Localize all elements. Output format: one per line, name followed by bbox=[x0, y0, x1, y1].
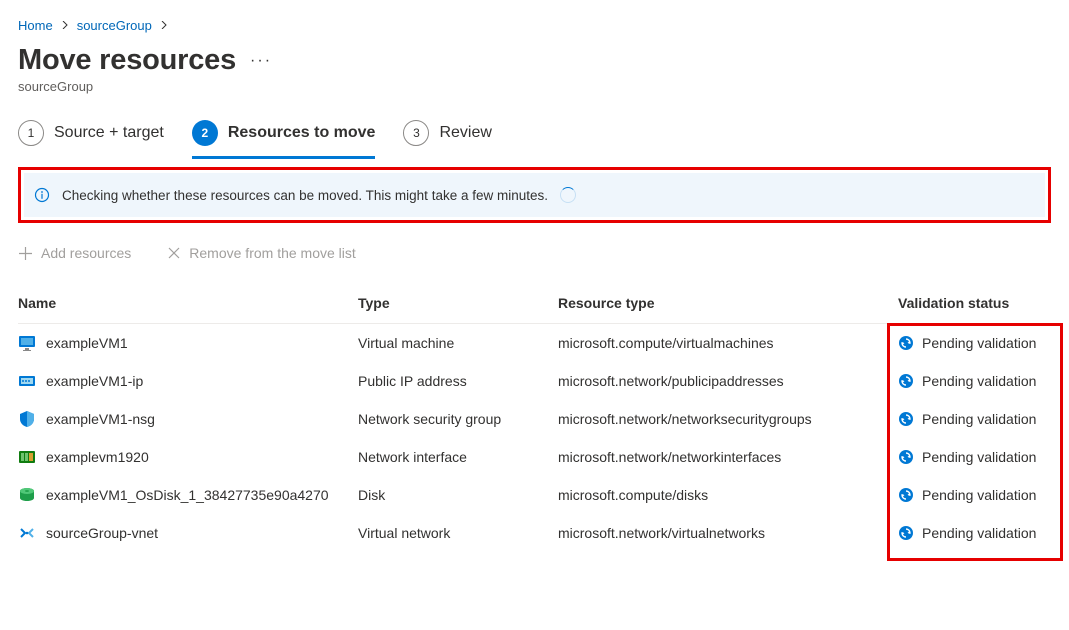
resource-name: exampleVM1_OsDisk_1_38427735e90a4270 bbox=[46, 487, 329, 503]
resource-type-friendly: Public IP address bbox=[358, 362, 558, 400]
resource-type-friendly: Network interface bbox=[358, 438, 558, 476]
status-text: Pending validation bbox=[922, 487, 1036, 503]
resource-type-friendly: Network security group bbox=[358, 400, 558, 438]
col-validation-status[interactable]: Validation status bbox=[898, 287, 1058, 324]
sync-icon bbox=[898, 373, 914, 389]
page-title: Move resources bbox=[18, 44, 236, 77]
validation-status: Pending validation bbox=[898, 362, 1058, 400]
table-row[interactable]: examplevm1920 bbox=[18, 438, 358, 476]
breadcrumb: Home sourceGroup bbox=[18, 12, 1051, 40]
resources-table: Name Type Resource type Validation statu… bbox=[18, 287, 1051, 552]
resource-type-friendly: Virtual machine bbox=[358, 324, 558, 362]
table-row[interactable]: exampleVM1-nsg bbox=[18, 400, 358, 438]
status-text: Pending validation bbox=[922, 449, 1036, 465]
validation-notice: Checking whether these resources can be … bbox=[24, 173, 1045, 217]
sync-icon bbox=[898, 411, 914, 427]
status-text: Pending validation bbox=[922, 411, 1036, 427]
public-ip-icon bbox=[18, 372, 36, 390]
sync-icon bbox=[898, 487, 914, 503]
col-name[interactable]: Name bbox=[18, 287, 358, 324]
validation-status: Pending validation bbox=[898, 514, 1058, 552]
table-row[interactable]: exampleVM1_OsDisk_1_38427735e90a4270 bbox=[18, 476, 358, 514]
resource-type-id: microsoft.compute/disks bbox=[558, 476, 898, 514]
info-icon bbox=[34, 187, 50, 203]
resource-name: examplevm1920 bbox=[46, 449, 149, 465]
validation-status: Pending validation bbox=[898, 476, 1058, 514]
vnet-icon bbox=[18, 524, 36, 542]
chevron-right-icon bbox=[61, 16, 69, 36]
resource-type-id: microsoft.compute/virtualmachines bbox=[558, 324, 898, 362]
resource-name: exampleVM1-nsg bbox=[46, 411, 155, 427]
resource-type-friendly: Virtual network bbox=[358, 514, 558, 552]
notice-text: Checking whether these resources can be … bbox=[62, 188, 548, 203]
chevron-right-icon bbox=[160, 16, 168, 36]
step-label: Review bbox=[439, 124, 491, 142]
validation-status: Pending validation bbox=[898, 438, 1058, 476]
table-row[interactable]: sourceGroup-vnet bbox=[18, 514, 358, 552]
validation-status: Pending validation bbox=[898, 400, 1058, 438]
page-subtitle: sourceGroup bbox=[18, 79, 1051, 94]
resource-type-id: microsoft.network/networkinterfaces bbox=[558, 438, 898, 476]
col-resource-type[interactable]: Resource type bbox=[558, 287, 898, 324]
col-type[interactable]: Type bbox=[358, 287, 558, 324]
step-number-badge: 3 bbox=[403, 120, 429, 146]
step-3[interactable]: 3 Review bbox=[403, 120, 491, 159]
step-number-badge: 1 bbox=[18, 120, 44, 146]
resource-type-id: microsoft.network/networksecuritygroups bbox=[558, 400, 898, 438]
sync-icon bbox=[898, 449, 914, 465]
step-1[interactable]: 1 Source + target bbox=[18, 120, 164, 159]
resource-type-id: microsoft.network/virtualnetworks bbox=[558, 514, 898, 552]
add-resources-button[interactable]: Add resources bbox=[18, 245, 131, 261]
wizard-stepper: 1 Source + target 2 Resources to move 3 Revie… bbox=[18, 120, 1051, 159]
breadcrumb-home[interactable]: Home bbox=[18, 16, 53, 36]
toolbar: Add resources Remove from the move list bbox=[18, 245, 1051, 261]
resource-type-friendly: Disk bbox=[358, 476, 558, 514]
status-text: Pending validation bbox=[922, 373, 1036, 389]
notice-highlight: Checking whether these resources can be … bbox=[18, 167, 1051, 223]
remove-from-list-label: Remove from the move list bbox=[189, 245, 356, 261]
table-row[interactable]: exampleVM1 bbox=[18, 324, 358, 362]
status-text: Pending validation bbox=[922, 525, 1036, 541]
table-row[interactable]: exampleVM1-ip bbox=[18, 362, 358, 400]
nic-icon bbox=[18, 448, 36, 466]
breadcrumb-source-group[interactable]: sourceGroup bbox=[77, 16, 152, 36]
vm-icon bbox=[18, 334, 36, 352]
disk-icon bbox=[18, 486, 36, 504]
resource-name: sourceGroup-vnet bbox=[46, 525, 158, 541]
sync-icon bbox=[898, 525, 914, 541]
add-resources-label: Add resources bbox=[41, 245, 131, 261]
step-label: Source + target bbox=[54, 124, 164, 142]
step-number-badge: 2 bbox=[192, 120, 218, 146]
step-label: Resources to move bbox=[228, 124, 376, 142]
sync-icon bbox=[898, 335, 914, 351]
more-actions-button[interactable]: ··· bbox=[250, 52, 272, 70]
remove-from-list-button[interactable]: Remove from the move list bbox=[167, 245, 356, 261]
status-text: Pending validation bbox=[922, 335, 1036, 351]
resource-name: exampleVM1-ip bbox=[46, 373, 143, 389]
resource-name: exampleVM1 bbox=[46, 335, 128, 351]
validation-status: Pending validation bbox=[898, 324, 1058, 362]
nsg-icon bbox=[18, 410, 36, 428]
step-2[interactable]: 2 Resources to move bbox=[192, 120, 376, 159]
spinner-icon bbox=[560, 187, 576, 203]
resource-type-id: microsoft.network/publicipaddresses bbox=[558, 362, 898, 400]
